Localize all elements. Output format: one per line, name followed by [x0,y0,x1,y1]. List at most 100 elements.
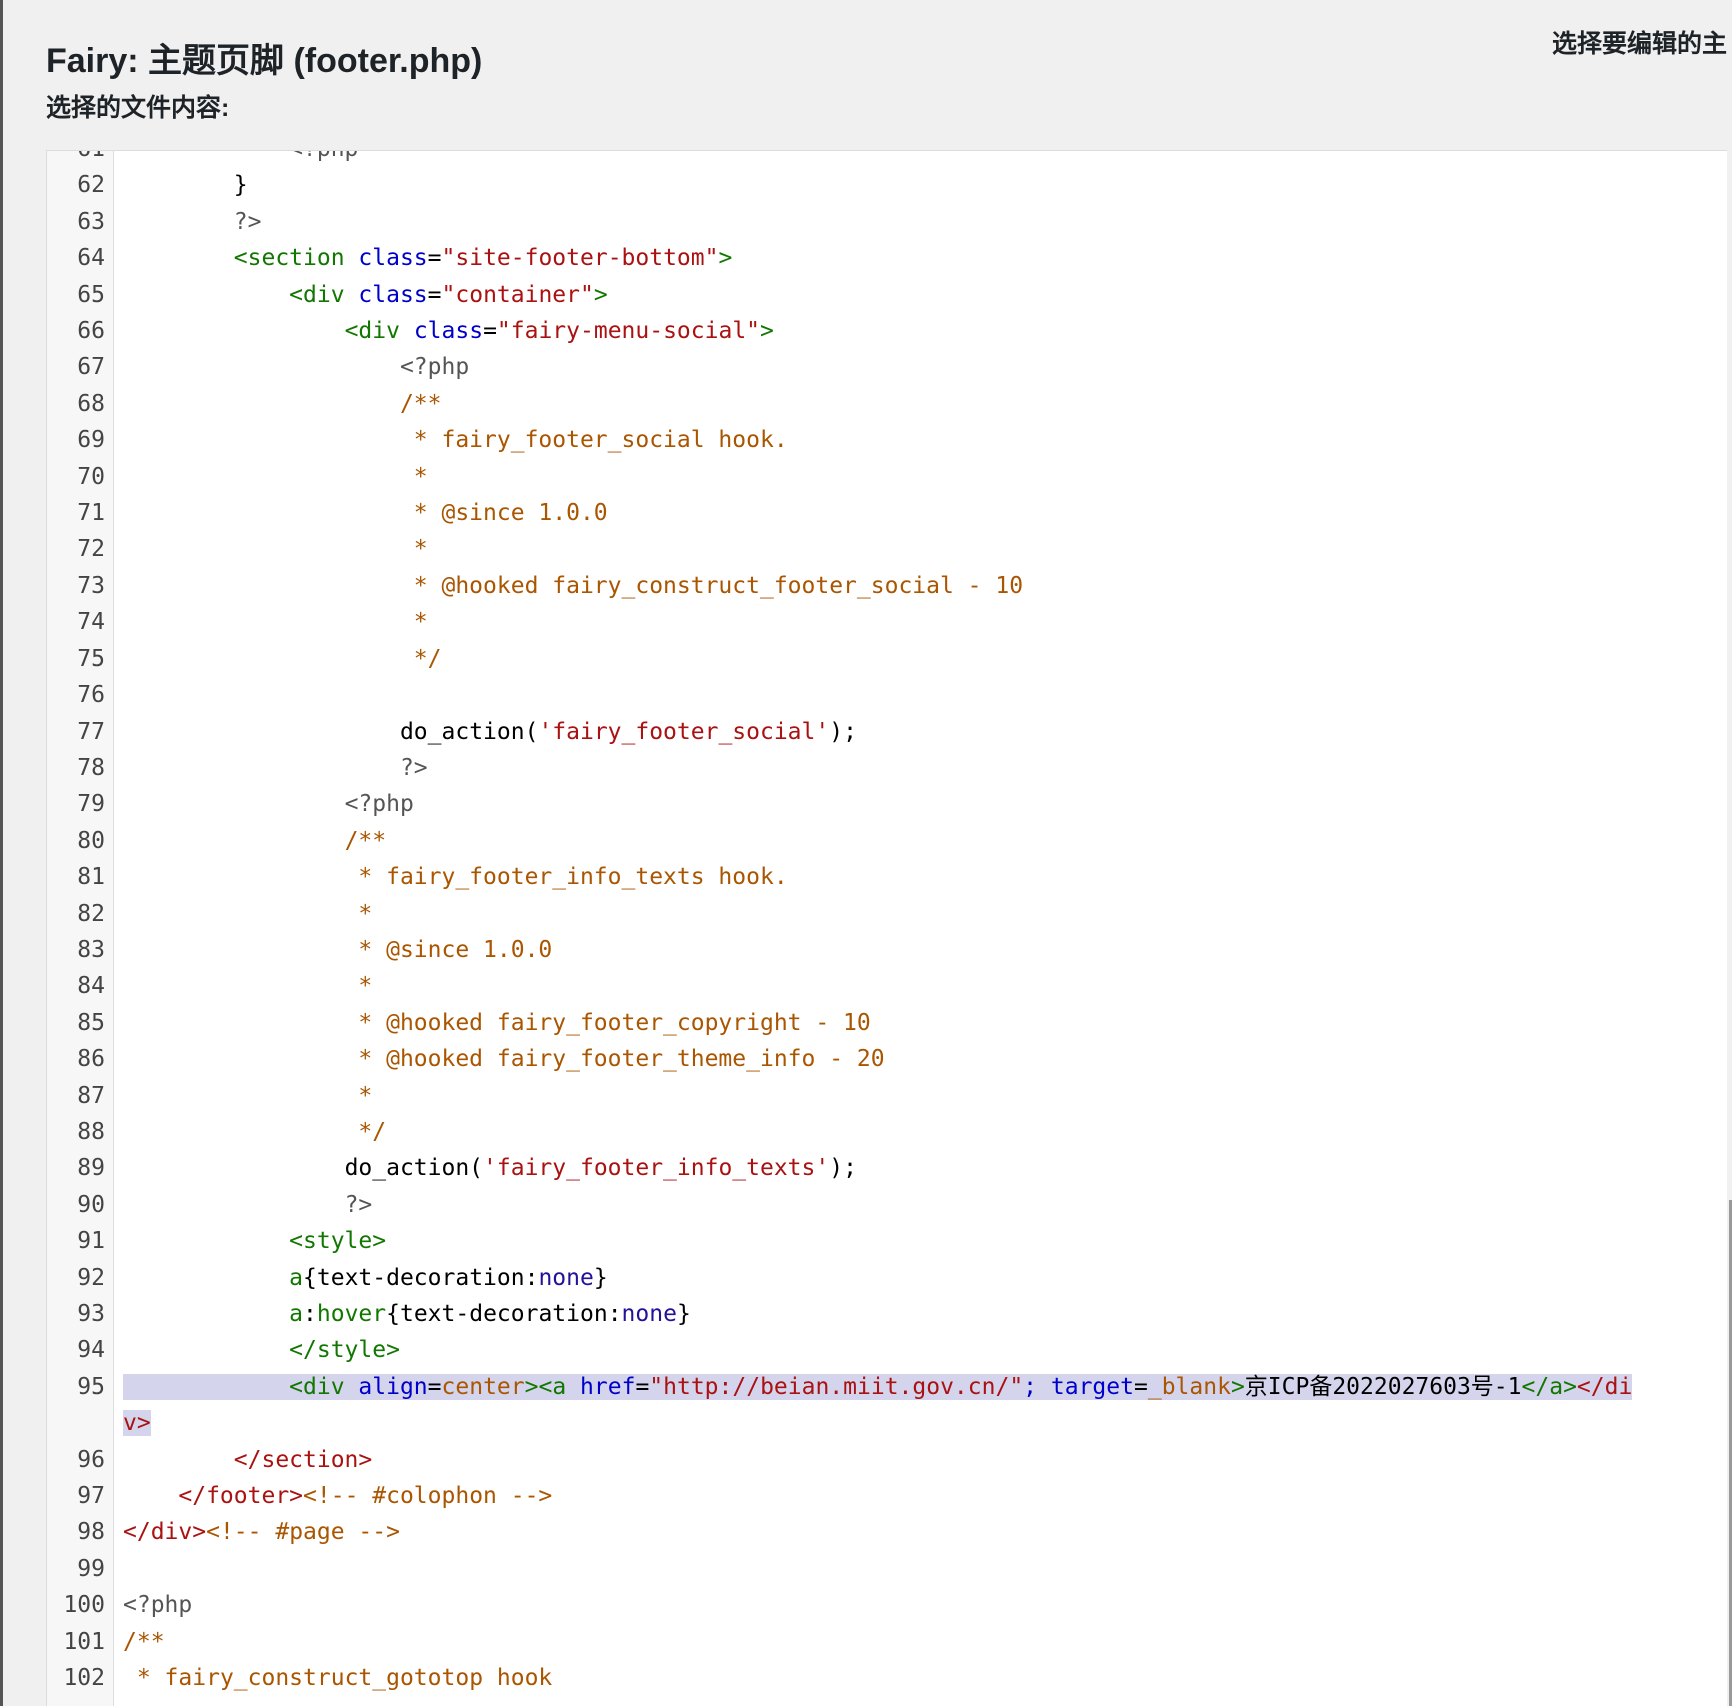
code-text[interactable]: ​ [123,1551,1633,1587]
code-line[interactable]: 65 <div class="container"> [47,277,1727,313]
code-text[interactable]: } [123,167,1633,203]
code-line[interactable]: 85 * @hooked fairy_footer_copyright - 10 [47,1005,1727,1041]
code-text[interactable]: /** [123,1624,1633,1660]
code-line[interactable]: 101 /** [47,1624,1727,1660]
code-line[interactable]: 90 ?> [47,1187,1727,1223]
code-text[interactable]: ​ [123,677,1633,713]
line-number: 69 [77,427,105,454]
code-text[interactable]: <style> [123,1223,1633,1259]
line-number: 76 [77,682,105,709]
code-text[interactable]: do_action('fairy_footer_info_texts'); [123,1150,1633,1186]
code-text[interactable]: * [123,459,1633,495]
code-editor[interactable]: 61 <?php62 }63 ?>64 <section class="site… [46,150,1727,1706]
code-text[interactable]: * fairy_footer_info_texts hook. [123,859,1633,895]
code-line[interactable]: 73 * @hooked fairy_construct_footer_soci… [47,568,1727,604]
code-line[interactable]: 68 /** [47,386,1727,422]
code-line[interactable]: 82 * [47,896,1727,932]
code-line[interactable]: 61 <?php [47,151,1727,167]
code-text[interactable]: do_action('fairy_footer_social'); [123,714,1633,750]
code-line[interactable]: 86 * @hooked fairy_footer_theme_info - 2… [47,1041,1727,1077]
code-text[interactable]: <?php [123,349,1633,385]
line-number: 67 [77,354,105,381]
code-line[interactable]: 80 /** [47,823,1727,859]
code-line[interactable]: 91 <style> [47,1223,1727,1259]
code-text[interactable]: * [123,604,1633,640]
code-line[interactable]: 72 * [47,531,1727,567]
code-line[interactable]: 64 <section class="site-footer-bottom"> [47,240,1727,276]
line-number: 83 [77,936,105,963]
code-text[interactable]: * [123,1078,1633,1114]
code-text[interactable]: * [123,968,1633,1004]
code-text[interactable]: <section class="site-footer-bottom"> [123,240,1633,276]
code-line[interactable]: 88 */ [47,1114,1727,1150]
code-line[interactable]: 84 * [47,968,1727,1004]
code-text[interactable]: a{text-decoration:none} [123,1260,1633,1296]
page-title: Fairy: 主题页脚 (footer.php) [46,41,483,80]
code-line[interactable]: 94 </style> [47,1332,1727,1368]
code-line[interactable]: 89 do_action('fairy_footer_info_texts'); [47,1150,1727,1186]
code-line[interactable]: 93 a:hover{text-decoration:none} [47,1296,1727,1332]
code-text[interactable]: */ [123,1114,1633,1150]
code-text[interactable]: * fairy_construct_gototop hook [123,1660,1633,1696]
code-line[interactable]: 78 ?> [47,750,1727,786]
code-text[interactable]: * @since 1.0.0 [123,495,1633,531]
code-text[interactable]: <div align=center><a href="http://beian.… [123,1369,1633,1442]
code-line[interactable]: 76 ​ [47,677,1727,713]
code-text[interactable]: * @hooked fairy_footer_copyright - 10 [123,1005,1633,1041]
code-text[interactable]: ?> [123,750,1633,786]
code-text[interactable]: * fairy_footer_social hook. [123,422,1633,458]
code-line[interactable]: 69 * fairy_footer_social hook. [47,422,1727,458]
code-text[interactable]: </style> [123,1332,1633,1368]
line-number: 97 [77,1483,105,1510]
code-line[interactable]: 83 * @since 1.0.0 [47,932,1727,968]
code-line[interactable]: 79 <?php [47,786,1727,822]
code-line[interactable]: 81 * fairy_footer_info_texts hook. [47,859,1727,895]
code-line[interactable]: 99 ​ [47,1551,1727,1587]
code-line[interactable]: 92 a{text-decoration:none} [47,1260,1727,1296]
code-text[interactable]: * @since 1.0.0 [123,932,1633,968]
code-text[interactable]: * [123,896,1633,932]
code-lines[interactable]: 61 <?php62 }63 ?>64 <section class="site… [47,151,1727,1696]
line-number: 75 [77,645,105,672]
code-text[interactable]: /** [123,823,1633,859]
line-number: 92 [77,1264,105,1291]
left-edge-rule [0,0,3,1706]
code-text[interactable]: ?> [123,1187,1633,1223]
code-line[interactable]: 71 * @since 1.0.0 [47,495,1727,531]
code-line[interactable]: 66 <div class="fairy-menu-social"> [47,313,1727,349]
line-number: 86 [77,1046,105,1073]
code-line[interactable]: 77 do_action('fairy_footer_social'); [47,714,1727,750]
code-line[interactable]: 95 <div align=center><a href="http://bei… [47,1369,1727,1442]
code-line[interactable]: 96 </section> [47,1442,1727,1478]
code-text[interactable]: ?> [123,204,1633,240]
code-line[interactable]: 87 * [47,1078,1727,1114]
code-text[interactable]: * @hooked fairy_construct_footer_social … [123,568,1633,604]
code-line[interactable]: 63 ?> [47,204,1727,240]
code-line[interactable]: 98 </div><!-- #page --> [47,1514,1727,1550]
code-line[interactable]: 67 <?php [47,349,1727,385]
code-text[interactable]: */ [123,641,1633,677]
line-number: 101 [63,1628,105,1655]
code-text[interactable]: /** [123,386,1633,422]
code-text[interactable]: * @hooked fairy_footer_theme_info - 20 [123,1041,1633,1077]
code-text[interactable]: </div><!-- #page --> [123,1514,1633,1550]
code-text[interactable]: <?php [123,1587,1633,1623]
code-line[interactable]: 74 * [47,604,1727,640]
code-text[interactable]: <?php [123,151,1633,167]
code-text[interactable]: <div class="container"> [123,277,1633,313]
line-number: 95 [77,1373,105,1400]
code-text[interactable]: </footer><!-- #colophon --> [123,1478,1633,1514]
line-number: 63 [77,208,105,235]
code-line[interactable]: 100 <?php [47,1587,1727,1623]
code-line[interactable]: 70 * [47,459,1727,495]
code-text[interactable]: </section> [123,1442,1633,1478]
line-number: 71 [77,500,105,527]
code-text[interactable]: a:hover{text-decoration:none} [123,1296,1633,1332]
code-line[interactable]: 62 } [47,167,1727,203]
code-text[interactable]: * [123,531,1633,567]
code-line[interactable]: 102 * fairy_construct_gototop hook [47,1660,1727,1696]
code-line[interactable]: 97 </footer><!-- #colophon --> [47,1478,1727,1514]
code-text[interactable]: <div class="fairy-menu-social"> [123,313,1633,349]
code-line[interactable]: 75 */ [47,641,1727,677]
code-text[interactable]: <?php [123,786,1633,822]
